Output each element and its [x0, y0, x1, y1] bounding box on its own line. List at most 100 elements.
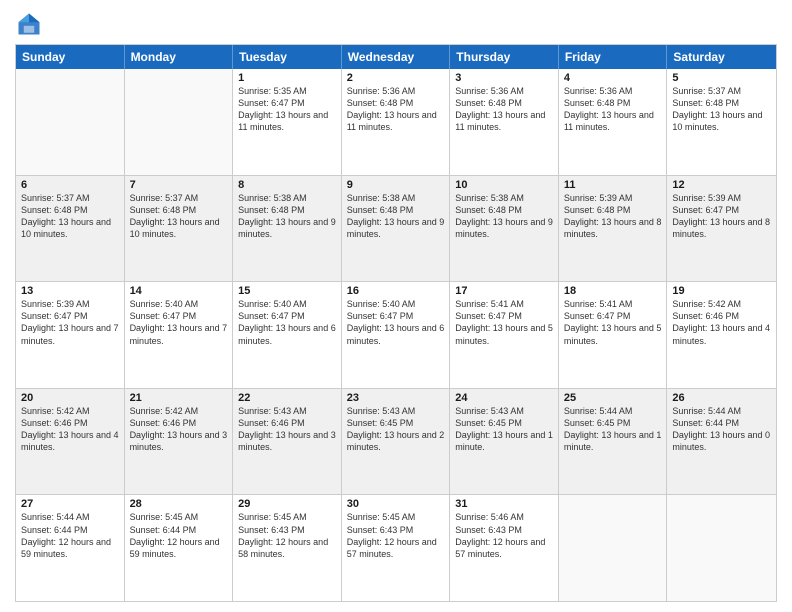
day-number: 14	[130, 285, 228, 297]
calendar-cell: 2Sunrise: 5:36 AM Sunset: 6:48 PM Daylig…	[342, 69, 451, 175]
day-number: 28	[130, 498, 228, 510]
calendar-cell: 27Sunrise: 5:44 AM Sunset: 6:44 PM Dayli…	[16, 495, 125, 601]
calendar-row: 6Sunrise: 5:37 AM Sunset: 6:48 PM Daylig…	[16, 175, 776, 282]
logo	[15, 10, 47, 38]
calendar-cell: 3Sunrise: 5:36 AM Sunset: 6:48 PM Daylig…	[450, 69, 559, 175]
day-of-week-header: Tuesday	[233, 45, 342, 69]
calendar-cell: 22Sunrise: 5:43 AM Sunset: 6:46 PM Dayli…	[233, 389, 342, 495]
day-number: 12	[672, 179, 771, 191]
calendar-cell: 5Sunrise: 5:37 AM Sunset: 6:48 PM Daylig…	[667, 69, 776, 175]
calendar-cell	[559, 495, 668, 601]
day-number: 9	[347, 179, 445, 191]
day-info: Sunrise: 5:45 AM Sunset: 6:43 PM Dayligh…	[238, 511, 336, 560]
calendar-cell: 8Sunrise: 5:38 AM Sunset: 6:48 PM Daylig…	[233, 176, 342, 282]
day-number: 30	[347, 498, 445, 510]
calendar-cell: 16Sunrise: 5:40 AM Sunset: 6:47 PM Dayli…	[342, 282, 451, 388]
calendar-cell: 25Sunrise: 5:44 AM Sunset: 6:45 PM Dayli…	[559, 389, 668, 495]
day-number: 23	[347, 392, 445, 404]
day-info: Sunrise: 5:36 AM Sunset: 6:48 PM Dayligh…	[564, 85, 662, 134]
day-number: 11	[564, 179, 662, 191]
day-number: 13	[21, 285, 119, 297]
day-of-week-header: Friday	[559, 45, 668, 69]
day-info: Sunrise: 5:40 AM Sunset: 6:47 PM Dayligh…	[347, 298, 445, 347]
day-number: 16	[347, 285, 445, 297]
day-info: Sunrise: 5:44 AM Sunset: 6:44 PM Dayligh…	[672, 405, 771, 454]
calendar-cell: 23Sunrise: 5:43 AM Sunset: 6:45 PM Dayli…	[342, 389, 451, 495]
day-number: 4	[564, 72, 662, 84]
day-number: 20	[21, 392, 119, 404]
day-info: Sunrise: 5:37 AM Sunset: 6:48 PM Dayligh…	[130, 192, 228, 241]
calendar-cell: 28Sunrise: 5:45 AM Sunset: 6:44 PM Dayli…	[125, 495, 234, 601]
day-number: 17	[455, 285, 553, 297]
day-info: Sunrise: 5:37 AM Sunset: 6:48 PM Dayligh…	[21, 192, 119, 241]
calendar-cell: 12Sunrise: 5:39 AM Sunset: 6:47 PM Dayli…	[667, 176, 776, 282]
day-number: 24	[455, 392, 553, 404]
day-info: Sunrise: 5:35 AM Sunset: 6:47 PM Dayligh…	[238, 85, 336, 134]
calendar-cell: 6Sunrise: 5:37 AM Sunset: 6:48 PM Daylig…	[16, 176, 125, 282]
day-of-week-header: Sunday	[16, 45, 125, 69]
calendar-row: 13Sunrise: 5:39 AM Sunset: 6:47 PM Dayli…	[16, 281, 776, 388]
day-of-week-header: Saturday	[667, 45, 776, 69]
day-number: 15	[238, 285, 336, 297]
day-info: Sunrise: 5:42 AM Sunset: 6:46 PM Dayligh…	[130, 405, 228, 454]
calendar-header: SundayMondayTuesdayWednesdayThursdayFrid…	[16, 45, 776, 69]
calendar-body: 1Sunrise: 5:35 AM Sunset: 6:47 PM Daylig…	[16, 69, 776, 601]
calendar-cell: 9Sunrise: 5:38 AM Sunset: 6:48 PM Daylig…	[342, 176, 451, 282]
day-number: 19	[672, 285, 771, 297]
calendar-cell: 24Sunrise: 5:43 AM Sunset: 6:45 PM Dayli…	[450, 389, 559, 495]
day-info: Sunrise: 5:38 AM Sunset: 6:48 PM Dayligh…	[347, 192, 445, 241]
day-number: 21	[130, 392, 228, 404]
day-of-week-header: Monday	[125, 45, 234, 69]
day-info: Sunrise: 5:43 AM Sunset: 6:45 PM Dayligh…	[455, 405, 553, 454]
calendar-cell: 17Sunrise: 5:41 AM Sunset: 6:47 PM Dayli…	[450, 282, 559, 388]
header	[15, 10, 777, 38]
calendar-cell: 7Sunrise: 5:37 AM Sunset: 6:48 PM Daylig…	[125, 176, 234, 282]
day-info: Sunrise: 5:38 AM Sunset: 6:48 PM Dayligh…	[455, 192, 553, 241]
calendar-cell	[16, 69, 125, 175]
calendar-cell: 13Sunrise: 5:39 AM Sunset: 6:47 PM Dayli…	[16, 282, 125, 388]
day-number: 22	[238, 392, 336, 404]
day-info: Sunrise: 5:43 AM Sunset: 6:45 PM Dayligh…	[347, 405, 445, 454]
day-info: Sunrise: 5:41 AM Sunset: 6:47 PM Dayligh…	[455, 298, 553, 347]
day-info: Sunrise: 5:46 AM Sunset: 6:43 PM Dayligh…	[455, 511, 553, 560]
calendar-cell: 20Sunrise: 5:42 AM Sunset: 6:46 PM Dayli…	[16, 389, 125, 495]
calendar: SundayMondayTuesdayWednesdayThursdayFrid…	[15, 44, 777, 602]
day-number: 31	[455, 498, 553, 510]
calendar-cell: 31Sunrise: 5:46 AM Sunset: 6:43 PM Dayli…	[450, 495, 559, 601]
day-info: Sunrise: 5:45 AM Sunset: 6:43 PM Dayligh…	[347, 511, 445, 560]
day-number: 2	[347, 72, 445, 84]
calendar-cell: 30Sunrise: 5:45 AM Sunset: 6:43 PM Dayli…	[342, 495, 451, 601]
calendar-cell: 26Sunrise: 5:44 AM Sunset: 6:44 PM Dayli…	[667, 389, 776, 495]
day-number: 3	[455, 72, 553, 84]
logo-icon	[15, 10, 43, 38]
day-info: Sunrise: 5:40 AM Sunset: 6:47 PM Dayligh…	[130, 298, 228, 347]
day-info: Sunrise: 5:38 AM Sunset: 6:48 PM Dayligh…	[238, 192, 336, 241]
calendar-cell: 10Sunrise: 5:38 AM Sunset: 6:48 PM Dayli…	[450, 176, 559, 282]
calendar-cell: 11Sunrise: 5:39 AM Sunset: 6:48 PM Dayli…	[559, 176, 668, 282]
day-info: Sunrise: 5:44 AM Sunset: 6:44 PM Dayligh…	[21, 511, 119, 560]
calendar-cell: 1Sunrise: 5:35 AM Sunset: 6:47 PM Daylig…	[233, 69, 342, 175]
calendar-row: 27Sunrise: 5:44 AM Sunset: 6:44 PM Dayli…	[16, 494, 776, 601]
day-number: 5	[672, 72, 771, 84]
day-info: Sunrise: 5:37 AM Sunset: 6:48 PM Dayligh…	[672, 85, 771, 134]
calendar-cell	[667, 495, 776, 601]
day-info: Sunrise: 5:41 AM Sunset: 6:47 PM Dayligh…	[564, 298, 662, 347]
day-info: Sunrise: 5:36 AM Sunset: 6:48 PM Dayligh…	[347, 85, 445, 134]
day-number: 18	[564, 285, 662, 297]
calendar-cell: 4Sunrise: 5:36 AM Sunset: 6:48 PM Daylig…	[559, 69, 668, 175]
day-number: 25	[564, 392, 662, 404]
calendar-row: 20 Sunrise: 5:42 AM Sunset: 6:46 PM Dayli…	[16, 388, 776, 495]
calendar-cell: 29Sunrise: 5:45 AM Sunset: 6:43 PM Dayli…	[233, 495, 342, 601]
calendar-cell: 19Sunrise: 5:42 AM Sunset: 6:46 PM Dayli…	[667, 282, 776, 388]
day-info: Sunrise: 5:42 AM Sunset: 6:46 PM Dayligh…	[672, 298, 771, 347]
day-number: 8	[238, 179, 336, 191]
day-info: Sunrise: 5:39 AM Sunset: 6:47 PM Dayligh…	[672, 192, 771, 241]
calendar-row: 1Sunrise: 5:35 AM Sunset: 6:47 PM Daylig…	[16, 69, 776, 175]
day-number: 27	[21, 498, 119, 510]
day-number: 1	[238, 72, 336, 84]
calendar-cell: 21Sunrise: 5:42 AM Sunset: 6:46 PM Dayli…	[125, 389, 234, 495]
day-info: Sunrise: 5:39 AM Sunset: 6:48 PM Dayligh…	[564, 192, 662, 241]
day-info: Sunrise: 5:40 AM Sunset: 6:47 PM Dayligh…	[238, 298, 336, 347]
day-info: Sunrise: 5:45 AM Sunset: 6:44 PM Dayligh…	[130, 511, 228, 560]
day-number: 29	[238, 498, 336, 510]
